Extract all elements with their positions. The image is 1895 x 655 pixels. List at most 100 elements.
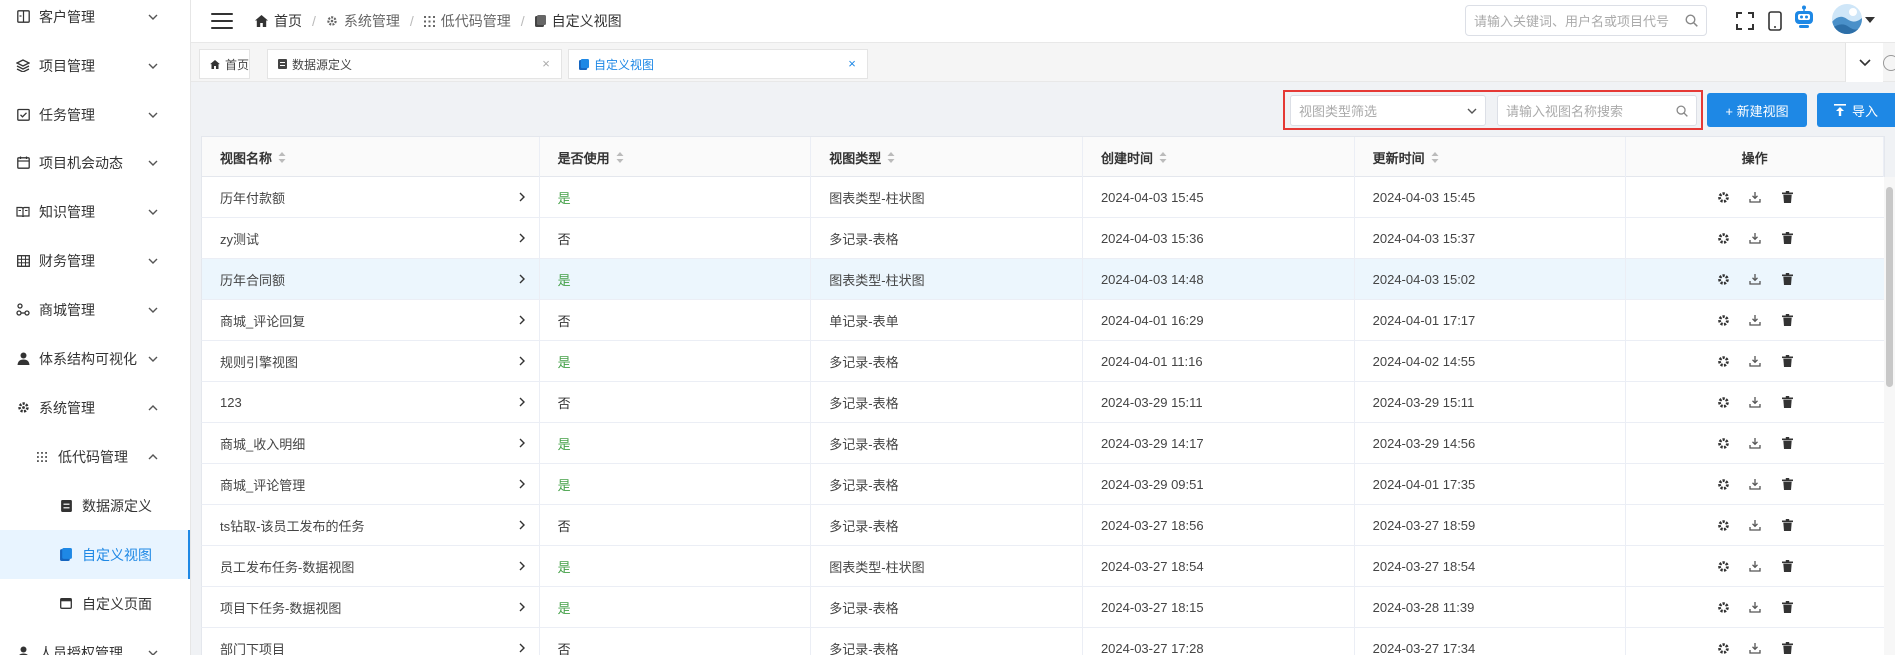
chevron-right-icon[interactable] (519, 190, 525, 205)
chevron-right-icon[interactable] (519, 477, 525, 492)
sort-icon[interactable] (278, 151, 286, 163)
settings-icon[interactable] (1714, 475, 1732, 493)
sort-icon[interactable] (1431, 151, 1439, 163)
sidebar-item[interactable]: 自定义视图 (0, 530, 190, 579)
scrollbar-thumb[interactable] (1886, 187, 1893, 387)
download-icon[interactable] (1746, 270, 1764, 288)
table-row[interactable]: 历年付款额 是 图表类型-柱状图 2024-04-03 15:45 2024-04-03… (201, 177, 1885, 218)
table-row[interactable]: ts钻取-该员工发布的任务 否 多记录-表格 2024-03-27 18:56 2024… (201, 505, 1885, 546)
download-icon[interactable] (1746, 188, 1764, 206)
delete-icon[interactable] (1778, 393, 1796, 411)
chevron-up-icon[interactable] (146, 450, 160, 464)
delete-icon[interactable] (1778, 270, 1796, 288)
view-type-filter-select[interactable]: 视图类型筛选 (1290, 95, 1486, 126)
settings-icon[interactable] (1714, 393, 1732, 411)
robot-assistant-icon[interactable] (1792, 5, 1816, 29)
chevron-down-icon[interactable] (146, 303, 160, 317)
tab-home[interactable]: 首页 (199, 49, 250, 79)
chevron-down-icon[interactable] (146, 108, 160, 122)
new-view-button[interactable]: + 新建视图 (1707, 93, 1807, 127)
delete-icon[interactable] (1778, 188, 1796, 206)
chevron-right-icon[interactable] (519, 641, 525, 655)
chevron-right-icon[interactable] (519, 313, 525, 328)
download-icon[interactable] (1746, 352, 1764, 370)
delete-icon[interactable] (1778, 516, 1796, 534)
sidebar-item[interactable]: 项目管理 (0, 41, 190, 90)
settings-icon[interactable] (1714, 434, 1732, 452)
delete-icon[interactable] (1778, 557, 1796, 575)
table-row[interactable]: zy测试 否 多记录-表格 2024-04-03 15:36 2024-04-03 15… (201, 218, 1885, 259)
view-name-search-input[interactable]: 请输入视图名称搜索 (1497, 95, 1697, 126)
tab-dropdown-icon[interactable] (1845, 43, 1883, 83)
settings-icon[interactable] (1714, 270, 1732, 288)
delete-icon[interactable] (1778, 352, 1796, 370)
table-row[interactable]: 历年合同额 是 图表类型-柱状图 2024-04-03 14:48 2024-04-03… (201, 259, 1885, 300)
chevron-right-icon[interactable] (519, 559, 525, 574)
chevron-right-icon[interactable] (519, 272, 525, 287)
download-icon[interactable] (1746, 311, 1764, 329)
chevron-right-icon[interactable] (519, 354, 525, 369)
column-header[interactable]: 视图名称 (202, 137, 540, 177)
download-icon[interactable] (1746, 393, 1764, 411)
import-button[interactable]: 导入 (1817, 93, 1895, 127)
search-icon[interactable] (1676, 104, 1688, 117)
settings-icon[interactable] (1714, 639, 1732, 655)
settings-icon[interactable] (1714, 188, 1732, 206)
caret-down-icon[interactable] (1863, 10, 1877, 30)
download-icon[interactable] (1746, 557, 1764, 575)
download-icon[interactable] (1746, 229, 1764, 247)
column-header[interactable]: 视图类型 (811, 137, 1083, 177)
delete-icon[interactable] (1778, 475, 1796, 493)
table-scrollbar[interactable] (1884, 177, 1895, 655)
chevron-down-icon[interactable] (146, 10, 160, 24)
settings-icon[interactable] (1714, 229, 1732, 247)
table-row[interactable]: 商城_评论回复 否 单记录-表单 2024-04-01 16:29 2024-04-01… (201, 300, 1885, 341)
chevron-right-icon[interactable] (519, 600, 525, 615)
chevron-down-icon[interactable] (146, 156, 160, 170)
download-icon[interactable] (1746, 598, 1764, 616)
avatar[interactable] (1831, 3, 1863, 35)
chevron-right-icon[interactable] (519, 436, 525, 451)
sidebar-item[interactable]: 财务管理 (0, 236, 190, 285)
fullscreen-icon[interactable] (1733, 9, 1757, 33)
sidebar-item[interactable]: 数据源定义 (0, 481, 190, 530)
tab-custom-view[interactable]: 自定义视图 × (568, 49, 868, 79)
settings-icon[interactable] (1714, 598, 1732, 616)
table-row[interactable]: 员工发布任务-数据视图 是 图表类型-柱状图 2024-03-27 18:54 2024… (201, 546, 1885, 587)
chevron-down-icon[interactable] (146, 205, 160, 219)
sidebar-item[interactable]: 商城管理 (0, 285, 190, 334)
sidebar-item[interactable]: 系统管理 (0, 383, 190, 432)
settings-icon[interactable] (1714, 311, 1732, 329)
chevron-up-icon[interactable] (146, 401, 160, 415)
download-icon[interactable] (1746, 434, 1764, 452)
search-icon[interactable] (1685, 14, 1698, 27)
table-row[interactable]: 规则引擎视图 是 多记录-表格 2024-04-01 11:16 2024-04-02 … (201, 341, 1885, 382)
sort-icon[interactable] (1159, 151, 1167, 163)
menu-toggle-icon[interactable] (211, 13, 233, 29)
close-icon[interactable]: × (539, 57, 553, 71)
sidebar-item[interactable]: 客户管理 (0, 0, 190, 41)
delete-icon[interactable] (1778, 639, 1796, 655)
sidebar-item[interactable]: 人员授权管理 (0, 628, 190, 655)
sort-icon[interactable] (887, 151, 895, 163)
chevron-right-icon[interactable] (519, 231, 525, 246)
close-icon[interactable]: × (845, 57, 859, 71)
chevron-right-icon[interactable] (519, 518, 525, 533)
table-row[interactable]: 商城_收入明细 是 多记录-表格 2024-03-29 14:17 2024-03-29… (201, 423, 1885, 464)
chevron-down-icon[interactable] (146, 59, 160, 73)
global-search-input[interactable]: 请输入关键词、用户名或项目代号 (1465, 5, 1707, 36)
breadcrumb-lowcode[interactable]: 低代码管理 (423, 11, 511, 31)
delete-icon[interactable] (1778, 229, 1796, 247)
table-row[interactable]: 123 否 多记录-表格 2024-03-29 15:11 2024-03-29 15:… (201, 382, 1885, 423)
download-icon[interactable] (1746, 516, 1764, 534)
sidebar-item[interactable]: 项目机会动态 (0, 138, 190, 187)
breadcrumb-home[interactable]: 首页 (255, 11, 302, 31)
delete-icon[interactable] (1778, 434, 1796, 452)
sidebar-item[interactable]: 知识管理 (0, 187, 190, 236)
download-icon[interactable] (1746, 475, 1764, 493)
sidebar-item[interactable]: 自定义页面 (0, 579, 190, 628)
mobile-icon[interactable] (1763, 9, 1787, 33)
sidebar-item[interactable]: 体系结构可视化 (0, 334, 190, 383)
table-row[interactable]: 项目下任务-数据视图 是 多记录-表格 2024-03-27 18:15 2024-03… (201, 587, 1885, 628)
chevron-down-icon[interactable] (146, 646, 160, 655)
